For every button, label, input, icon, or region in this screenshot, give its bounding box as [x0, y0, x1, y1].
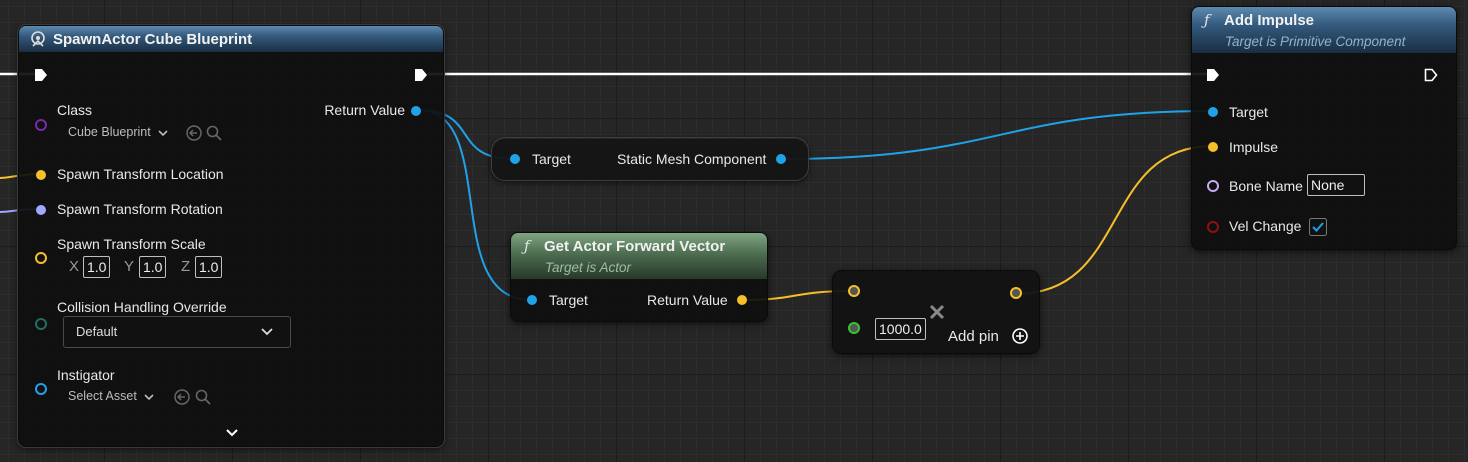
- vel-change-label: Vel Change: [1229, 218, 1302, 234]
- forward-vector-title: Get Actor Forward Vector: [544, 238, 726, 255]
- forward-return-pin[interactable]: [737, 295, 747, 305]
- return-value-pin[interactable]: [411, 106, 421, 116]
- return-value-label: Return Value: [324, 102, 405, 118]
- mesh-target-pin[interactable]: [510, 154, 520, 164]
- plus-circle-icon[interactable]: [1011, 327, 1029, 345]
- instigator-dropdown[interactable]: Select Asset: [68, 389, 155, 403]
- spawn-location-label: Spawn Transform Location: [57, 166, 224, 182]
- add-impulse-subtitle: Target is Primitive Component: [1225, 34, 1406, 49]
- function-icon: ƒ: [524, 237, 530, 255]
- multiply-input-a-pin[interactable]: [848, 285, 860, 297]
- spawn-rotation-pin[interactable]: [36, 205, 46, 215]
- close-icon: [929, 304, 945, 320]
- chevron-down-icon: [144, 394, 154, 400]
- static-mesh-component-node[interactable]: Target Static Mesh Component: [491, 137, 809, 181]
- instigator-dropdown-value: Select Asset: [68, 389, 137, 403]
- bone-name-label: Bone Name: [1229, 178, 1303, 194]
- expand-advanced-icon[interactable]: [225, 428, 239, 438]
- forward-target-pin[interactable]: [527, 295, 537, 305]
- mesh-to-impulse-target-wire: [781, 110, 1214, 160]
- back-arrow-icon[interactable]: [185, 124, 203, 142]
- spawn-icon: [31, 31, 45, 47]
- scale-z-input[interactable]: 1.0: [195, 256, 223, 278]
- scale-y-label: Y: [124, 258, 135, 275]
- get-actor-forward-vector-node[interactable]: ƒ Get Actor Forward Vector Target is Act…: [510, 232, 768, 322]
- mesh-target-label: Target: [532, 151, 571, 167]
- scale-z-label: Z: [181, 258, 191, 275]
- forward-vector-subtitle: Target is Actor: [545, 260, 632, 275]
- chevron-down-icon: [261, 328, 273, 336]
- class-pin[interactable]: [35, 119, 47, 131]
- function-icon: ƒ: [1204, 11, 1210, 29]
- class-label: Class: [57, 102, 93, 118]
- multiply-to-impulse-wire: [1015, 145, 1214, 295]
- scale-y-input[interactable]: 1.0: [139, 256, 167, 278]
- spawn-location-pin[interactable]: [36, 170, 46, 180]
- search-icon[interactable]: [194, 388, 212, 406]
- scale-x-input[interactable]: 1.0: [83, 256, 111, 278]
- add-impulse-title: Add Impulse: [1224, 12, 1315, 29]
- impulse-target-pin[interactable]: [1208, 107, 1218, 117]
- forward-return-label: Return Value: [647, 292, 728, 308]
- impulse-impulse-label: Impulse: [1229, 139, 1279, 155]
- spawn-actor-node[interactable]: SpawnActor Cube Blueprint Return Value C…: [17, 24, 445, 448]
- multiply-value-input[interactable]: 1000.0: [875, 318, 926, 340]
- multiply-output-pin[interactable]: [1010, 287, 1022, 299]
- exec-out-pin[interactable]: [414, 68, 428, 82]
- impulse-target-label: Target: [1229, 104, 1268, 120]
- collision-pin[interactable]: [35, 318, 47, 330]
- collision-label: Collision Handling Override: [57, 299, 227, 315]
- impulse-impulse-pin[interactable]: [1208, 142, 1218, 152]
- scale-x-label: X: [69, 258, 80, 275]
- multiply-node[interactable]: 1000.0 Add pin: [832, 270, 1040, 354]
- vel-change-pin[interactable]: [1207, 221, 1219, 233]
- search-icon[interactable]: [205, 124, 223, 142]
- spawn-actor-title: SpawnActor Cube Blueprint: [53, 31, 253, 48]
- back-arrow-icon[interactable]: [173, 388, 191, 406]
- spawn-rotation-label: Spawn Transform Rotation: [57, 201, 223, 217]
- collision-dropdown-value: Default: [76, 324, 118, 339]
- class-dropdown[interactable]: Cube Blueprint: [68, 125, 169, 139]
- collision-dropdown[interactable]: Default: [63, 316, 291, 348]
- bone-name-input[interactable]: None: [1307, 174, 1365, 196]
- instigator-pin[interactable]: [35, 383, 47, 395]
- spawn-scale-pin[interactable]: [35, 252, 47, 264]
- bone-name-pin[interactable]: [1207, 180, 1219, 192]
- exec-in-pin[interactable]: [34, 68, 48, 82]
- checkbox-icon[interactable]: [1309, 218, 1327, 236]
- forward-target-label: Target: [549, 292, 588, 308]
- impulse-exec-out-pin[interactable]: [1424, 68, 1438, 82]
- multiply-input-b-pin[interactable]: [848, 322, 860, 334]
- instigator-label: Instigator: [57, 367, 115, 383]
- mesh-output-label: Static Mesh Component: [617, 151, 767, 167]
- spawn-scale-label: Spawn Transform Scale: [57, 236, 206, 252]
- impulse-exec-in-pin[interactable]: [1206, 68, 1220, 82]
- add-impulse-node[interactable]: ƒ Add Impulse Target is Primitive Compon…: [1191, 6, 1457, 250]
- chevron-down-icon: [158, 130, 168, 136]
- add-pin-label[interactable]: Add pin: [948, 328, 999, 345]
- mesh-output-pin[interactable]: [776, 154, 786, 164]
- class-dropdown-value: Cube Blueprint: [68, 125, 151, 139]
